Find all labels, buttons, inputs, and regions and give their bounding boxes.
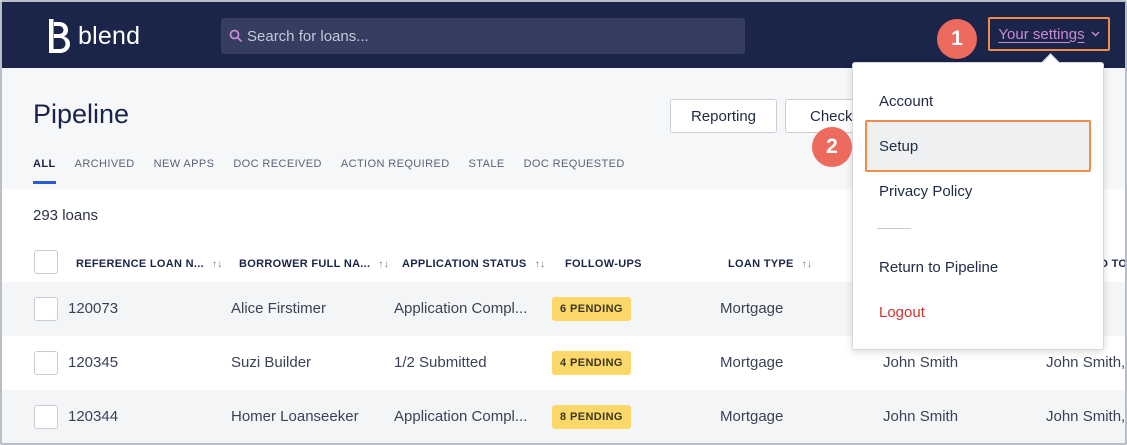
column-header-followups[interactable]: FOLLOW-UPS [565, 258, 642, 270]
search-input[interactable] [247, 27, 727, 45]
table-row[interactable]: 120344 Homer Loanseeker Application Comp… [2, 390, 1126, 443]
column-header-label: D TO [1100, 258, 1127, 270]
followups-badge[interactable]: 4 PENDING [552, 351, 631, 375]
sort-icon: ↑↓ [534, 258, 546, 270]
reporting-button[interactable]: Reporting [670, 99, 777, 133]
select-all-checkbox[interactable] [34, 250, 58, 274]
cell-loan-officer: John Smith [883, 408, 959, 425]
step-badge-2: 2 [812, 127, 852, 167]
cell-borrower: Suzi Builder [231, 354, 312, 371]
column-header-reference[interactable]: REFERENCE LOAN N... ↑↓ [76, 258, 223, 270]
menu-item-return-to-pipeline[interactable]: Return to Pipeline [879, 259, 998, 276]
settings-dropdown-menu: Account Setup Privacy Policy Return to P… [852, 62, 1104, 350]
menu-item-logout[interactable]: Logout [879, 304, 925, 321]
tab-archived[interactable]: ARCHIVED [75, 158, 135, 184]
cell-borrower: Homer Loanseeker [231, 408, 359, 425]
your-settings-button[interactable]: Your settings [988, 17, 1110, 51]
column-header-loan-type[interactable]: LOAN TYPE ↑↓ [728, 258, 812, 270]
chevron-down-icon [1091, 31, 1100, 37]
column-header-status[interactable]: APPLICATION STATUS ↑↓ [402, 258, 545, 270]
tab-doc-received[interactable]: DOC RECEIVED [233, 158, 322, 184]
followups-badge[interactable]: 8 PENDING [552, 405, 631, 429]
cell-status: Application Compl... [394, 300, 528, 317]
cell-loan-type: Mortgage [720, 408, 784, 425]
brand-logo[interactable]: blend [46, 16, 140, 56]
column-header-label: BORROWER FULL NA... [239, 258, 371, 270]
followups-badge[interactable]: 6 PENDING [552, 297, 631, 321]
blend-logo-icon [49, 19, 70, 53]
tab-stale[interactable]: STALE [469, 158, 505, 184]
row-checkbox[interactable] [34, 405, 58, 429]
cell-loan-type: Mortgage [720, 300, 784, 317]
tab-all[interactable]: ALL [33, 158, 56, 184]
tab-doc-requested[interactable]: DOC REQUESTED [524, 158, 625, 184]
tab-new-apps[interactable]: NEW APPS [154, 158, 215, 184]
row-checkbox[interactable] [34, 297, 58, 321]
search-bar[interactable] [221, 18, 745, 54]
top-nav: blend 1 Your settings [2, 2, 1125, 68]
cell-reference: 120344 [68, 408, 119, 425]
sort-icon: ↑↓ [378, 258, 389, 270]
your-settings-label: Your settings [998, 25, 1085, 43]
cell-status: 1/2 Submitted [394, 354, 487, 371]
app-window: blend 1 Your settings Pipeline Reporting… [0, 0, 1127, 445]
cell-assigned-to: John Smith, [1046, 408, 1126, 425]
sort-icon: ↑↓ [211, 258, 223, 270]
cell-borrower: Alice Firstimer [231, 300, 327, 317]
cell-reference: 120345 [68, 354, 119, 371]
loan-count: 293 loans [33, 207, 99, 224]
menu-item-privacy-policy[interactable]: Privacy Policy [879, 183, 972, 200]
cell-reference: 120073 [68, 300, 119, 317]
column-header-label: APPLICATION STATUS [402, 258, 527, 270]
search-icon [229, 29, 243, 43]
column-header-label: FOLLOW-UPS [565, 258, 642, 270]
cell-loan-officer: John Smith [883, 354, 959, 371]
menu-item-account[interactable]: Account [879, 93, 933, 110]
menu-divider [877, 228, 911, 229]
menu-item-setup[interactable]: Setup [879, 138, 918, 155]
step-badge-1: 1 [937, 19, 977, 59]
cell-status: Application Compl... [394, 408, 528, 425]
row-checkbox[interactable] [34, 351, 58, 375]
page-title: Pipeline [33, 99, 130, 129]
column-header-borrower[interactable]: BORROWER FULL NA... ↑↓ [239, 258, 389, 270]
column-header-assigned-to[interactable]: D TO [1100, 258, 1127, 270]
cell-assigned-to: John Smith, [1046, 354, 1126, 371]
column-header-label: REFERENCE LOAN N... [76, 258, 204, 270]
brand-name: blend [78, 21, 141, 50]
cell-loan-type: Mortgage [720, 354, 784, 371]
column-header-label: LOAN TYPE [728, 258, 794, 270]
pipeline-tabs: ALL ARCHIVED NEW APPS DOC RECEIVED ACTIO… [33, 158, 644, 184]
sort-icon: ↑↓ [801, 258, 813, 270]
tab-action-required[interactable]: ACTION REQUIRED [341, 158, 450, 184]
